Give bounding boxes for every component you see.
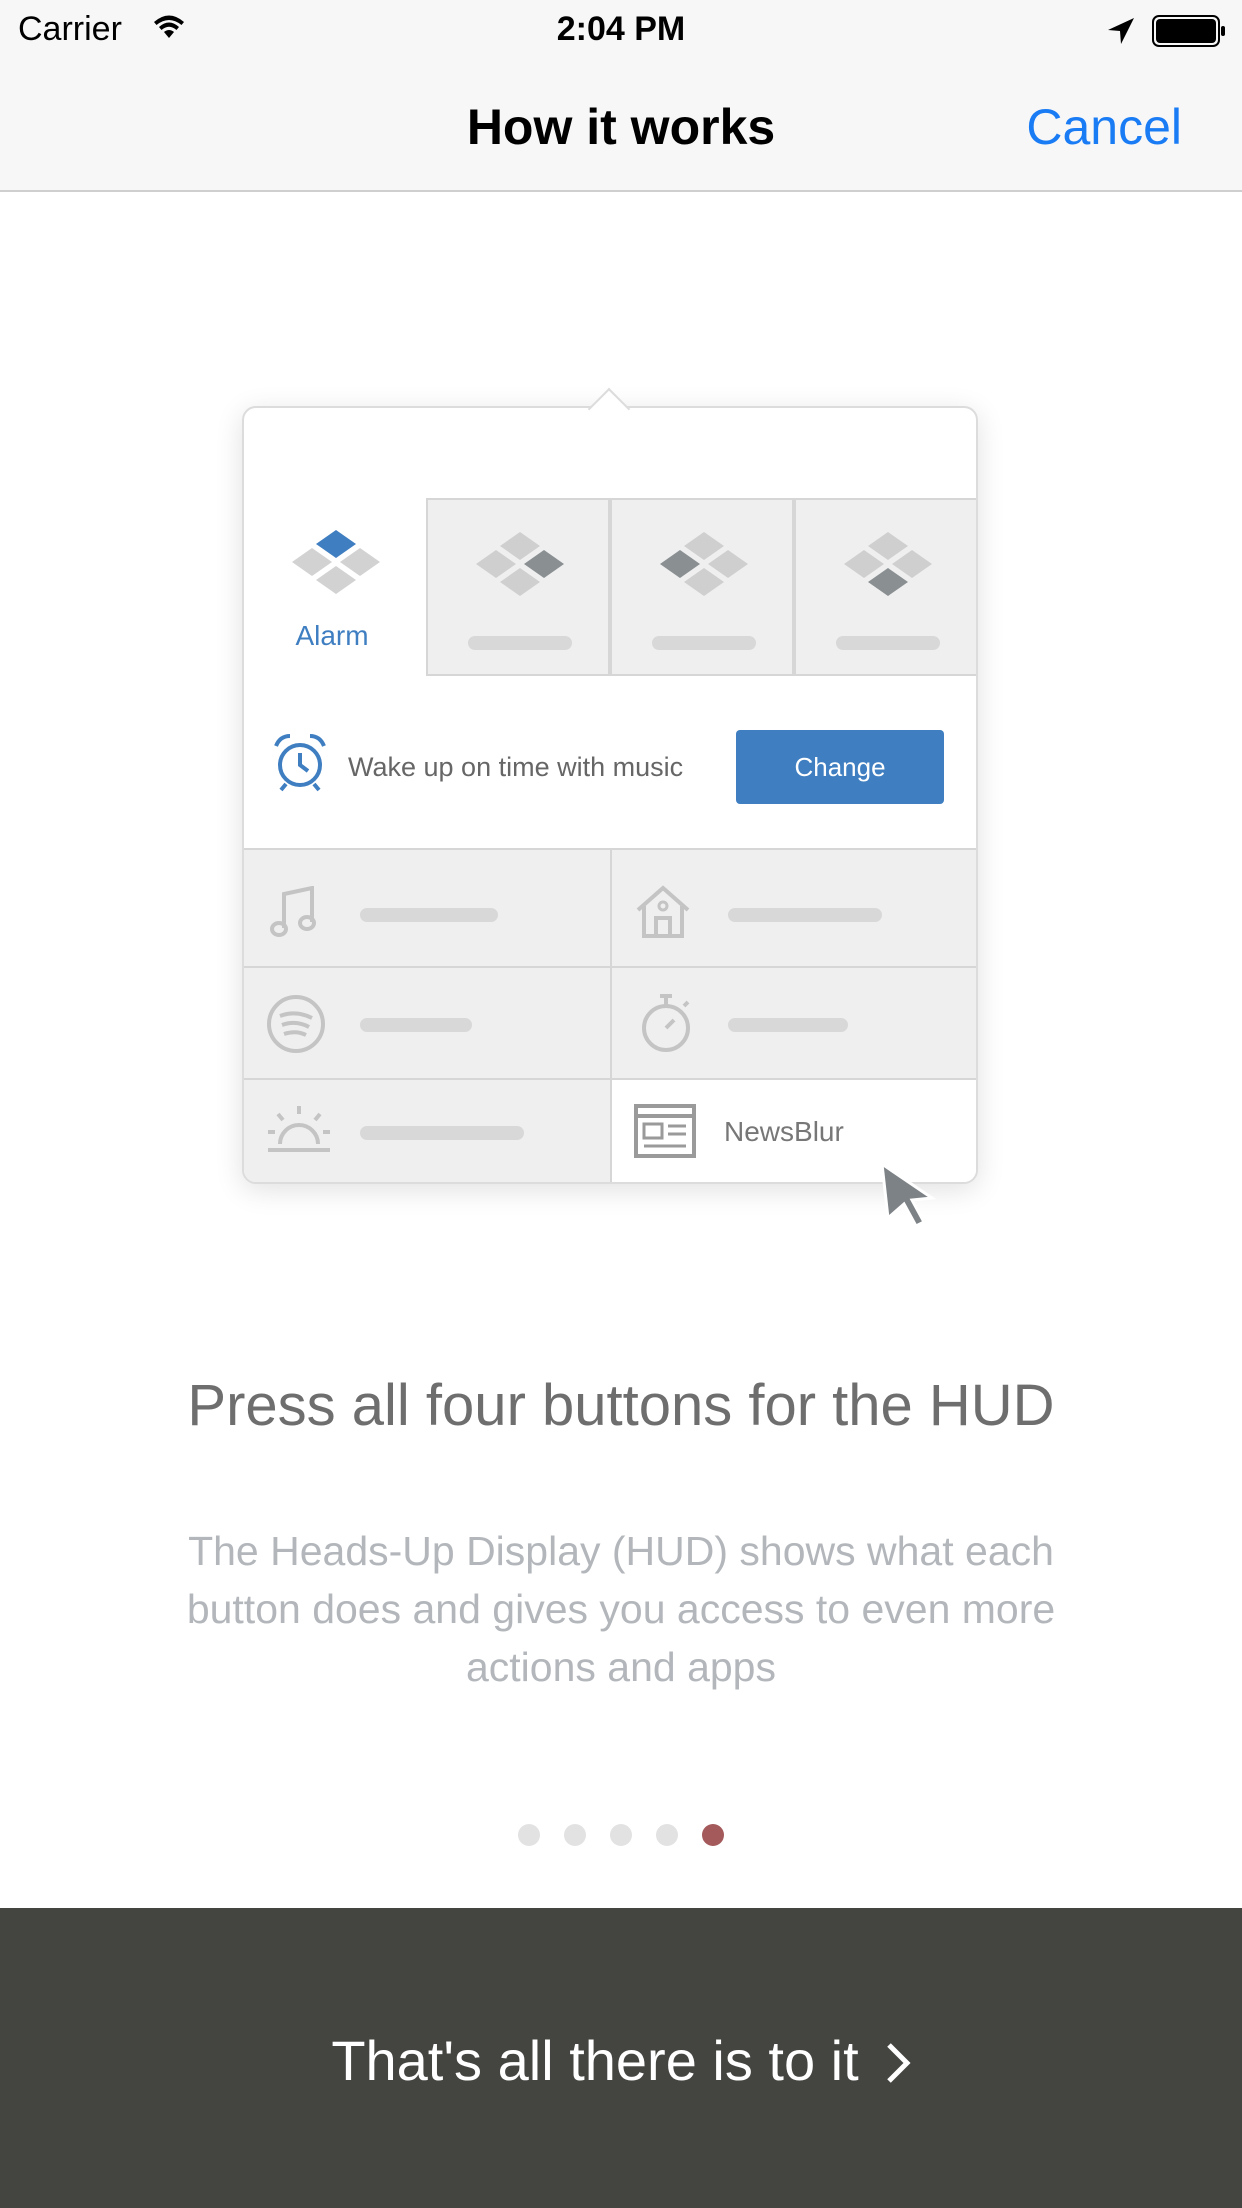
- grid-cell-stopwatch: [612, 968, 976, 1080]
- grid-cell-sunrise: [244, 1080, 612, 1182]
- onboarding-description: The Heads-Up Display (HUD) shows what ea…: [186, 1528, 1056, 1690]
- page-dot[interactable]: [656, 1824, 678, 1846]
- diamond-buttons-icon: [476, 532, 564, 596]
- navigation-bar: How it works Cancel: [0, 62, 1242, 192]
- hud-illustration: Alarm Wake up on time with music Change …: [242, 386, 978, 1228]
- page-dot[interactable]: [564, 1824, 586, 1846]
- hud-tab-label: Alarm: [295, 620, 369, 651]
- hud-app-grid: NewsBlur: [244, 848, 976, 1182]
- placeholder-bar: [468, 636, 572, 650]
- status-time: 2:04 PM: [556, 10, 686, 48]
- hud-tab-alarm: Alarm: [244, 498, 428, 676]
- battery-icon: [1152, 15, 1226, 52]
- alarm-clock-icon: [274, 734, 326, 792]
- placeholder-bar: [360, 908, 498, 922]
- hud-tab-3: [610, 498, 794, 676]
- page-dot[interactable]: [518, 1824, 540, 1846]
- grid-cell-music: [244, 850, 612, 968]
- page-dot[interactable]: [610, 1824, 632, 1846]
- sunrise-icon: [268, 1106, 330, 1152]
- hud-card: Alarm Wake up on time with music Change …: [242, 406, 978, 1184]
- news-icon: [634, 1104, 696, 1158]
- page-indicator[interactable]: [0, 1824, 1242, 1848]
- placeholder-bar: [728, 1018, 848, 1032]
- placeholder-bar: [360, 1018, 472, 1032]
- stopwatch-icon: [642, 994, 690, 1052]
- finish-button-label: That's all there is to it: [331, 2029, 859, 2092]
- hud-detail-row: Wake up on time with music Change: [244, 676, 976, 848]
- spotify-icon: [267, 995, 325, 1053]
- cancel-button[interactable]: Cancel: [1026, 98, 1182, 156]
- newsblur-label: NewsBlur: [724, 1116, 844, 1147]
- hud-row-description: Wake up on time with music: [348, 752, 684, 782]
- hud-tab-4: [794, 498, 976, 676]
- chevron-right-icon: [885, 2033, 911, 2098]
- status-bar: Carrier 2:04 PM: [0, 0, 1242, 62]
- home-icon: [636, 885, 690, 938]
- diamond-buttons-icon: [844, 532, 932, 596]
- hud-tab-2: [426, 498, 610, 676]
- grid-cell-spotify: [244, 968, 612, 1080]
- change-button: Change: [736, 730, 944, 804]
- placeholder-bar: [360, 1126, 524, 1140]
- hud-button-tabs: Alarm: [244, 498, 976, 676]
- finish-button[interactable]: That's all there is to it: [0, 1908, 1242, 2208]
- music-note-icon: [270, 886, 316, 937]
- diamond-buttons-icon: [660, 532, 748, 596]
- finish-button-row: That's all there is to it: [0, 2028, 1242, 2098]
- cursor-arrow-icon: [880, 1160, 937, 1228]
- placeholder-bar: [728, 908, 882, 922]
- placeholder-bar: [836, 636, 940, 650]
- placeholder-bar: [652, 636, 756, 650]
- grid-cell-home: [612, 850, 976, 968]
- page-dot-active[interactable]: [702, 1824, 724, 1846]
- onboarding-headline: Press all four buttons for the HUD: [187, 1373, 1055, 1438]
- diamond-buttons-icon: [292, 530, 380, 594]
- location-arrow-icon: [1106, 16, 1136, 51]
